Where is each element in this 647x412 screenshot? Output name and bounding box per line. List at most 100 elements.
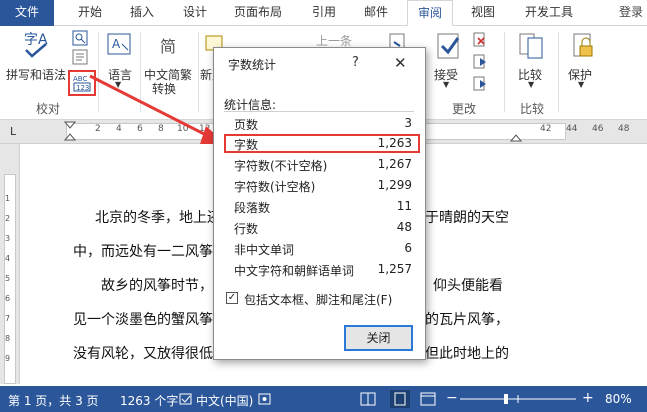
ribbon-separator [558, 32, 559, 112]
tab-view[interactable]: 视图 [471, 0, 495, 26]
spelling-grammar-button[interactable]: 字A 拼写和语法 [6, 28, 68, 82]
tab-design[interactable]: 设计 [183, 0, 207, 26]
stat-value: 1,257 [377, 262, 412, 276]
group-compare-title: 比较 [520, 102, 545, 116]
accept-button[interactable]: 接受 ▼ [428, 28, 468, 94]
stat-value: 11 [396, 199, 412, 213]
indent-marker-icon[interactable] [64, 121, 76, 143]
chevron-down-icon: ▼ [443, 80, 450, 89]
stat-row-chars-with-spaces: 字符数(计空格) 1,299 [224, 176, 420, 195]
close-icon[interactable]: ✕ [394, 54, 407, 72]
stat-row-paragraphs: 段落数 11 [224, 197, 420, 216]
protect-button[interactable]: 保护 ▼ [562, 28, 604, 94]
include-textboxes-checkbox[interactable]: ✓ [226, 292, 238, 304]
group-proofing-title: 校对 [36, 102, 61, 116]
document-line-right: ，仰头便能看 [419, 278, 503, 294]
svg-text:简: 简 [160, 37, 176, 56]
lock-icon [573, 33, 593, 57]
ruler-number: 48 [618, 124, 630, 134]
vruler-number: 1 [5, 194, 11, 203]
stat-label: 行数 [234, 222, 259, 236]
tab-page-layout[interactable]: 页面布局 [234, 0, 282, 26]
proofing-status-icon[interactable] [179, 393, 193, 405]
chevron-down-icon: ▼ [528, 80, 535, 89]
zoom-level[interactable]: 80% [605, 392, 632, 406]
zoom-slider[interactable] [460, 393, 576, 405]
abc-check-icon: 字A [24, 32, 48, 58]
zoom-out-button[interactable]: − [446, 390, 458, 406]
tab-developer[interactable]: 开发工具 [525, 0, 573, 26]
login-link[interactable]: 登录 [619, 0, 643, 26]
web-layout-icon[interactable] [420, 392, 436, 406]
svg-text:A: A [112, 37, 121, 51]
document-line: 北京的冬季，地上还 [95, 210, 221, 226]
language-indicator[interactable]: 中文(中国) [196, 392, 253, 409]
compare-icon [519, 33, 543, 59]
stat-value: 3 [404, 116, 412, 130]
vruler-number: 5 [5, 274, 11, 283]
close-button[interactable]: 关闭 [344, 325, 413, 351]
word-count-dialog: 字数统计 ? ✕ 统计信息: 页数 3 字数 1,263 字符数(不计空格) 1… [213, 47, 426, 360]
ruler-number: 44 [566, 124, 578, 134]
tab-file[interactable]: 文件 [0, 0, 54, 26]
stat-label: 非中文单词 [234, 243, 295, 257]
vruler-number: 3 [5, 234, 11, 243]
word-count-indicator[interactable]: 1263 个字 [120, 392, 178, 409]
read-mode-icon[interactable] [360, 392, 376, 406]
vruler-number: 9 [5, 354, 11, 363]
tab-review[interactable]: 审阅 [407, 0, 453, 26]
define-icon[interactable] [72, 49, 88, 65]
stat-row-cjk-chars: 中文字符和朝鲜语单词 1,257 [224, 260, 420, 279]
stat-row-lines: 行数 48 [224, 218, 420, 237]
document-line: 没有风轮，又放得很低 [73, 346, 213, 362]
right-indent-marker-icon[interactable] [510, 132, 522, 142]
stat-label: 字符数(计空格) [234, 180, 316, 194]
document-line: 故乡的风筝时节， [101, 278, 213, 294]
document-line-right: 但此时地上的 [425, 346, 509, 362]
previous-change-icon[interactable] [472, 54, 494, 70]
document-line: 中，而远处有一二风筝 [73, 244, 213, 260]
next-change-icon[interactable] [472, 76, 494, 92]
document-line-right: 的瓦片风筝， [425, 312, 509, 328]
tab-home[interactable]: 开始 [78, 0, 102, 26]
stat-value: 1,267 [377, 157, 412, 171]
divider [224, 111, 414, 112]
thesaurus-icon[interactable] [72, 30, 88, 46]
include-textboxes-label[interactable]: 包括文本框、脚注和尾注(F) [244, 291, 392, 308]
vruler-number: 6 [5, 294, 11, 303]
accept-icon [437, 33, 460, 59]
chinese-convert-icon: 简 [160, 37, 176, 56]
document-line-right: 于晴朗的天空 [425, 210, 509, 226]
stat-value: 1,299 [377, 178, 412, 192]
vruler-number: 8 [5, 334, 11, 343]
help-icon[interactable]: ? [352, 55, 359, 70]
stat-label: 段落数 [234, 201, 271, 215]
tab-insert[interactable]: 插入 [130, 0, 154, 26]
ruler-number: 42 [540, 124, 552, 134]
stat-label: 字数 [234, 138, 259, 152]
stat-label: 中文字符和朝鲜语单词 [234, 264, 355, 278]
print-layout-icon[interactable] [390, 390, 410, 408]
zoom-in-button[interactable]: + [582, 390, 594, 406]
status-bar: 第 1 页，共 3 页 1263 个字 中文(中国) − + 80% [0, 386, 647, 412]
page-indicator[interactable]: 第 1 页，共 3 页 [8, 392, 99, 409]
language-icon: A [107, 33, 131, 55]
vertical-ruler: 1 2 3 4 5 6 7 8 9 [0, 144, 20, 384]
macro-record-icon[interactable] [258, 393, 272, 405]
ribbon-tab-bar: 文件 开始 插入 设计 页面布局 引用 邮件 审阅 视图 开发工具 登录 [0, 0, 647, 26]
stat-label: 页数 [234, 118, 259, 132]
spelling-label: 拼写和语法 [6, 68, 67, 82]
tab-mailings[interactable]: 邮件 [364, 0, 388, 26]
group-changes-title: 更改 [452, 102, 477, 116]
stat-row-non-chinese-words: 非中文单词 6 [224, 239, 420, 258]
tab-selector-icon[interactable]: L [10, 125, 16, 138]
reject-icon[interactable] [472, 32, 494, 48]
ribbon-separator [504, 32, 505, 112]
compare-button[interactable]: 比较 ▼ [512, 28, 554, 94]
stat-value: 48 [396, 220, 412, 234]
vruler-number: 7 [5, 314, 11, 323]
tab-references[interactable]: 引用 [312, 0, 336, 26]
chevron-down-icon: ▼ [578, 80, 585, 89]
vruler-number: 2 [5, 214, 11, 223]
stat-value: 1,263 [377, 136, 412, 150]
